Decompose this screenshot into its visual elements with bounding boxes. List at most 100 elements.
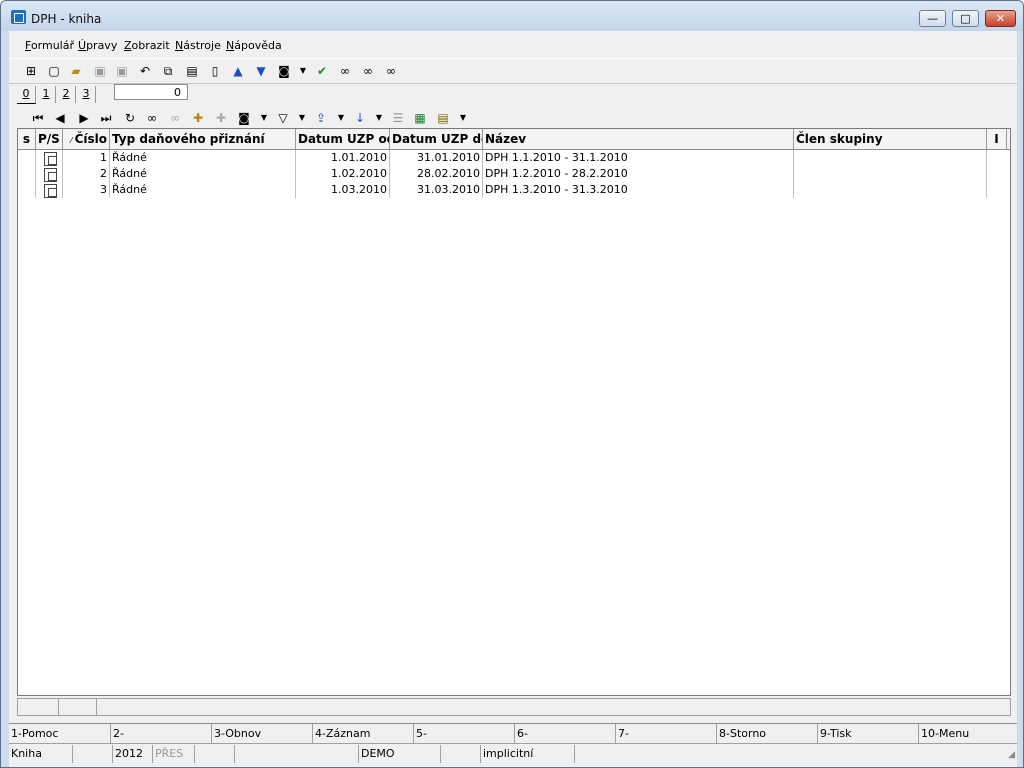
fkey-8[interactable]: 8-Storno xyxy=(716,724,817,743)
cell-typ: Řádné xyxy=(110,150,296,166)
remove-row-icon[interactable]: ✚ xyxy=(212,109,230,127)
find-replace-icon[interactable]: ∞ xyxy=(382,62,400,80)
book-icon[interactable]: ▯ xyxy=(206,62,224,80)
menu-formular[interactable]: Formulář xyxy=(25,39,74,52)
columns-icon[interactable]: ☰ xyxy=(389,109,407,127)
search-disabled-icon[interactable]: ∞ xyxy=(166,109,184,127)
tab-0[interactable]: 0 xyxy=(17,86,36,104)
minimize-button[interactable]: — xyxy=(919,10,946,27)
document-icon xyxy=(44,184,57,198)
cell-clen-skupiny xyxy=(794,150,987,166)
table-row[interactable]: 2 Řádné 1.02.2010 28.02.2010 DPH 1.2.201… xyxy=(18,166,1010,182)
col-header-datum-do[interactable]: Datum UZP do xyxy=(390,129,483,149)
fkey-6[interactable]: 6- xyxy=(514,724,615,743)
col-header-datum-od[interactable]: Datum UZP od xyxy=(296,129,390,149)
next-record-icon[interactable]: ▶ xyxy=(75,109,93,127)
col-header-nazev[interactable]: Název xyxy=(483,129,794,149)
cell-datum-od: 1.02.2010 xyxy=(296,166,390,182)
fkey-5[interactable]: 5- xyxy=(413,724,514,743)
export-dropdown-icon[interactable]: ▼ xyxy=(332,109,350,127)
add-row-icon[interactable]: ✚ xyxy=(189,109,207,127)
status-empty xyxy=(73,745,113,763)
col-header-i[interactable]: I xyxy=(987,129,1007,149)
cell-datum-do: 31.03.2010 xyxy=(390,182,483,198)
excel-icon[interactable]: ▦ xyxy=(411,109,429,127)
report-dropdown-icon[interactable]: ▼ xyxy=(454,109,472,127)
status-mode: PŘES xyxy=(153,745,195,763)
tab-3[interactable]: 3 xyxy=(77,86,96,103)
refresh-icon[interactable]: ↻ xyxy=(121,109,139,127)
fkey-1[interactable]: 1-Pomoc xyxy=(9,724,110,743)
cell-cislo: 3 xyxy=(63,182,110,198)
col-header-clen-skupiny[interactable]: Člen skupiny xyxy=(794,129,987,149)
fkey-3[interactable]: 3-Obnov xyxy=(211,724,312,743)
menu-nastroje[interactable]: Nástroje xyxy=(175,39,221,52)
export-icon[interactable]: ⇪ xyxy=(312,109,330,127)
cell-nazev: DPH 1.3.2010 - 31.3.2010 xyxy=(483,182,794,198)
undo-icon[interactable]: ↶ xyxy=(136,62,154,80)
cell-typ: Řádné xyxy=(110,166,296,182)
fkey-4[interactable]: 4-Záznam xyxy=(312,724,413,743)
search-icon[interactable]: ∞ xyxy=(143,109,161,127)
filter-dropdown-icon[interactable]: ▼ xyxy=(293,109,311,127)
main-window: DPH - kniha — □ ✕ Formulář Úpravy Zobraz… xyxy=(0,0,1024,768)
tab-2[interactable]: 2 xyxy=(57,86,76,103)
copy-icon[interactable]: ⧉ xyxy=(159,62,177,80)
function-key-bar: 1-Pomoc 2- 3-Obnov 4-Záznam 5- 6- 7- 8-S… xyxy=(9,723,1017,744)
last-record-icon[interactable]: ⏭ xyxy=(97,109,115,127)
fkey-2[interactable]: 2- xyxy=(110,724,211,743)
previous-record-icon[interactable]: ◀ xyxy=(51,109,69,127)
fkey-10[interactable]: 10-Menu xyxy=(918,724,1017,743)
resize-grip-icon[interactable]: ◢ xyxy=(1008,750,1015,760)
tab-1[interactable]: 1 xyxy=(37,86,56,103)
col-header-ps[interactable]: P/S xyxy=(36,129,63,149)
sort-az-icon[interactable]: ↓ xyxy=(351,109,369,127)
col-header-typ[interactable]: Typ daňového přiznání xyxy=(110,129,296,149)
navigation-toolbar: ⏮ ◀ ▶ ⏭ ↻ ∞ ∞ ✚ ✚ ◙ ▼ ▽ ▼ ⇪ ▼ ↓ ▼ ☰ ▦ ▤ … xyxy=(19,106,1009,128)
col-header-cislo[interactable]: ⁄ Číslo xyxy=(63,129,110,149)
find-next-icon[interactable]: ∞ xyxy=(359,62,377,80)
status-empty xyxy=(441,745,481,763)
fkey-9[interactable]: 9-Tisk xyxy=(817,724,918,743)
maximize-button[interactable]: □ xyxy=(952,10,979,27)
close-button[interactable]: ✕ xyxy=(985,10,1016,27)
cell-cislo: 1 xyxy=(63,150,110,166)
report-icon[interactable]: ▤ xyxy=(434,109,452,127)
camera-icon[interactable]: ◙ xyxy=(235,109,253,127)
save-as-icon[interactable]: ▣ xyxy=(113,62,131,80)
cell-typ: Řádné xyxy=(110,182,296,198)
table-row[interactable]: 1 Řádné 1.01.2010 31.01.2010 DPH 1.1.201… xyxy=(18,150,1010,166)
camera-icon[interactable]: ◙ xyxy=(275,62,293,80)
open-folder-icon[interactable]: ▰ xyxy=(67,62,85,80)
cell-s xyxy=(18,150,36,166)
col-header-s[interactable]: s xyxy=(18,129,36,149)
arrow-down-icon[interactable]: ▼ xyxy=(252,62,270,80)
arrow-up-icon[interactable]: ▲ xyxy=(229,62,247,80)
table-row[interactable]: 3 Řádné 1.03.2010 31.03.2010 DPH 1.3.201… xyxy=(18,182,1010,198)
binoculars-icon[interactable]: ∞ xyxy=(336,62,354,80)
status-bar: Kniha 2012 PŘES DEMO implicitní ◢ xyxy=(9,743,1017,765)
fkey-7[interactable]: 7- xyxy=(615,724,716,743)
first-record-icon[interactable]: ⏮ xyxy=(29,109,47,127)
cell-cislo: 2 xyxy=(63,166,110,182)
camera-dropdown-icon[interactable]: ▼ xyxy=(255,109,273,127)
filter-icon[interactable]: ▽ xyxy=(274,109,292,127)
dropdown-arrow-icon[interactable]: ▼ xyxy=(294,62,312,80)
cell-datum-do: 28.02.2010 xyxy=(390,166,483,182)
sort-dropdown-icon[interactable]: ▼ xyxy=(370,109,388,127)
menu-napoveda[interactable]: Nápověda xyxy=(226,39,282,52)
save-icon[interactable]: ▣ xyxy=(91,62,109,80)
tree-icon[interactable]: ⊞ xyxy=(22,62,40,80)
new-document-icon[interactable]: ▢ xyxy=(45,62,63,80)
cell-s xyxy=(18,166,36,182)
title-bar: DPH - kniha — □ ✕ xyxy=(1,1,1023,31)
record-counter: 0 xyxy=(114,84,188,100)
status-empty xyxy=(575,745,1011,763)
green-check-icon[interactable]: ✔ xyxy=(313,62,331,80)
status-empty xyxy=(235,745,359,763)
menu-upravy[interactable]: Úpravy xyxy=(78,39,117,52)
paste-icon[interactable]: ▤ xyxy=(183,62,201,80)
cell-ps xyxy=(36,182,63,198)
cell-clen-skupiny xyxy=(794,166,987,182)
menu-zobrazit[interactable]: Zobrazit xyxy=(124,39,170,52)
